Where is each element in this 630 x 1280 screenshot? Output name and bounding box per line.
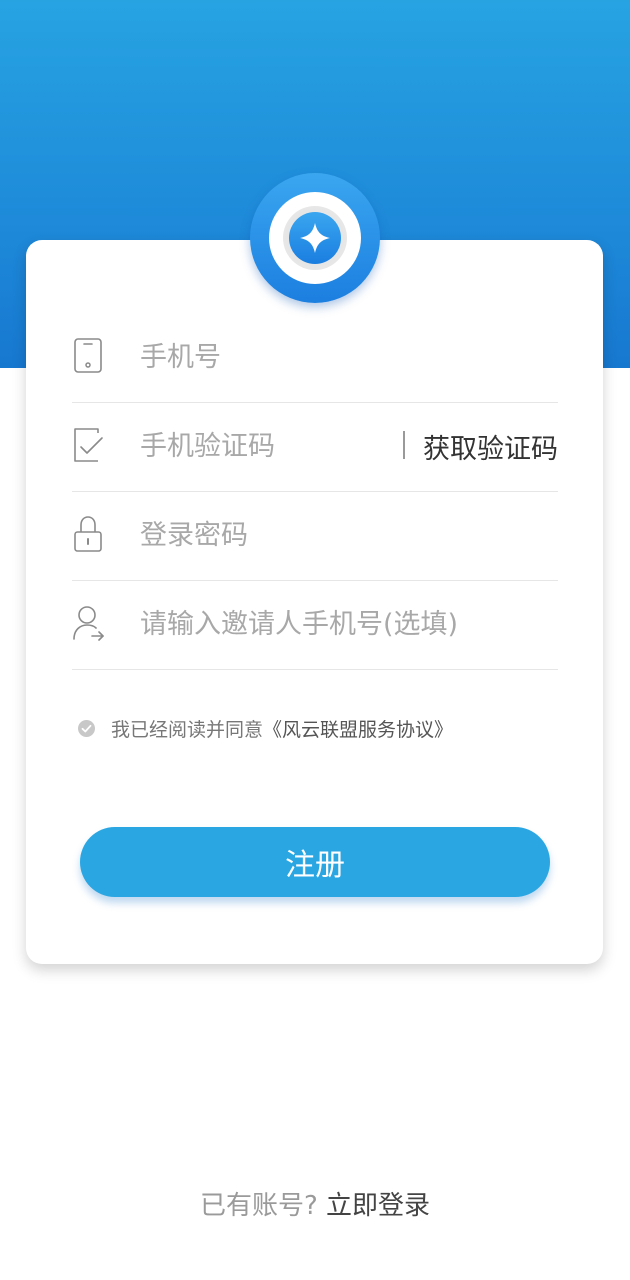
phone-field [72, 312, 558, 403]
agreement-link[interactable]: 《风云联盟服务协议》 [263, 715, 453, 742]
phone-input[interactable] [140, 338, 440, 376]
login-link[interactable]: 立即登录 [326, 1191, 430, 1221]
verification-code-input[interactable] [140, 427, 380, 465]
verify-check-icon [72, 425, 106, 465]
agreement-row: 我已经阅读并同意 《风云联盟服务协议》 [78, 712, 453, 744]
phone-icon [72, 336, 106, 376]
get-code-button[interactable]: 获取验证码 [423, 427, 558, 466]
password-field [72, 490, 558, 581]
login-prompt: 已有账号? 立即登录 [0, 1185, 630, 1222]
register-button[interactable]: 注册 [80, 827, 550, 897]
app-logo [250, 173, 380, 303]
inviter-field [72, 579, 558, 670]
lock-icon [72, 514, 106, 554]
agreement-checkbox[interactable] [78, 719, 95, 737]
code-divider [403, 431, 405, 459]
agreement-text: 我已经阅读并同意 [111, 718, 264, 741]
user-invite-icon [72, 603, 106, 643]
verification-code-field: 获取验证码 [72, 401, 558, 492]
logo-star-icon [289, 212, 341, 264]
inviter-phone-input[interactable] [140, 605, 550, 643]
password-input[interactable] [140, 516, 440, 554]
has-account-text: 已有账号? [199, 1191, 327, 1221]
